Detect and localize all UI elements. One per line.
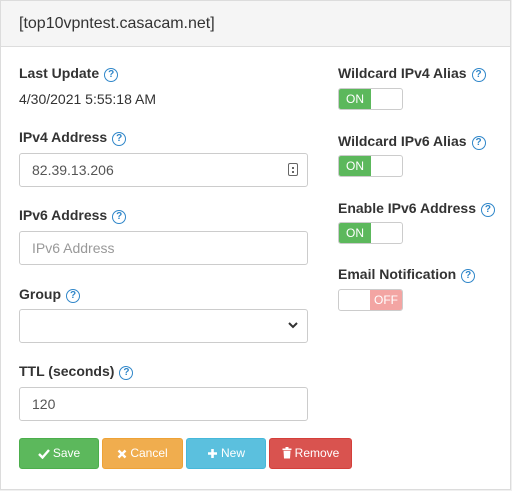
- help-icon[interactable]: ?: [119, 366, 134, 380]
- new-button-label: New: [220, 446, 245, 460]
- wildcard-ipv4-label-text: Wildcard IPv4 Alias: [338, 65, 467, 81]
- wildcard-ipv6-label-text: Wildcard IPv6 Alias: [338, 133, 467, 149]
- help-icon[interactable]: ?: [66, 289, 80, 303]
- help-icon[interactable]: ?: [112, 210, 127, 224]
- ttl-label-text: TTL (seconds): [19, 363, 115, 379]
- ipv4-address-label: IPv4 Address?: [19, 129, 127, 146]
- last-update-label-text: Last Update: [19, 65, 100, 81]
- last-update-label: Last Update?: [19, 65, 119, 82]
- ttl-label: TTL (seconds)?: [19, 363, 134, 380]
- wildcard-ipv6-label: Wildcard IPv6 Alias?: [338, 133, 486, 150]
- new-button[interactable]: New: [186, 438, 266, 469]
- email-notification-label-text: Email Notification: [338, 266, 457, 282]
- remove-button[interactable]: Remove: [269, 438, 352, 469]
- cancel-button-label: Cancel: [130, 446, 168, 460]
- ipv6-address-label-text: IPv6 Address: [19, 207, 108, 223]
- panel-title: [top10vpntest.casacam.net]: [19, 15, 215, 32]
- group-select[interactable]: [19, 309, 308, 343]
- help-icon[interactable]: ?: [104, 68, 119, 82]
- autofill-key-icon[interactable]: [288, 163, 298, 176]
- email-notification-toggle[interactable]: OFF: [338, 289, 403, 311]
- panel-header: [top10vpntest.casacam.net]: [1, 1, 510, 47]
- enable-ipv6-label-text: Enable IPv6 Address: [338, 200, 476, 216]
- help-icon[interactable]: ?: [471, 136, 486, 150]
- wildcard-ipv4-label: Wildcard IPv4 Alias?: [338, 65, 486, 82]
- enable-ipv6-toggle[interactable]: ON: [338, 222, 403, 244]
- group-label-text: Group: [19, 286, 61, 302]
- ipv4-address-label-text: IPv4 Address: [19, 129, 108, 145]
- wildcard-ipv6-toggle[interactable]: ON: [338, 155, 403, 177]
- ipv6-address-label: IPv6 Address?: [19, 207, 127, 224]
- toggle-on-label: ON: [339, 89, 371, 109]
- help-icon[interactable]: ?: [471, 68, 486, 82]
- cancel-button[interactable]: Cancel: [102, 438, 183, 469]
- chevron-down-icon: [288, 322, 298, 329]
- ipv6-address-input[interactable]: [19, 231, 308, 265]
- save-button[interactable]: Save: [19, 438, 99, 469]
- email-notification-label: Email Notification?: [338, 266, 476, 283]
- remove-button-label: Remove: [294, 446, 340, 460]
- plus-icon: [207, 449, 217, 458]
- check-icon: [37, 449, 50, 460]
- help-icon[interactable]: ?: [112, 132, 127, 146]
- help-icon[interactable]: ?: [461, 269, 476, 283]
- ttl-input[interactable]: [19, 387, 308, 421]
- toggle-off-label: OFF: [370, 290, 402, 310]
- last-update-value: 4/30/2021 5:55:18 AM: [19, 91, 156, 107]
- help-icon[interactable]: ?: [480, 203, 495, 217]
- toggle-on-label: ON: [339, 223, 371, 243]
- group-label: Group?: [19, 286, 80, 303]
- close-icon: [117, 449, 127, 459]
- enable-ipv6-label: Enable IPv6 Address?: [338, 200, 495, 217]
- ipv4-address-input[interactable]: [19, 153, 308, 187]
- save-button-label: Save: [52, 446, 81, 460]
- toggle-on-label: ON: [339, 156, 371, 176]
- wildcard-ipv4-toggle[interactable]: ON: [338, 88, 403, 110]
- trash-icon: [282, 447, 292, 459]
- record-panel: [top10vpntest.casacam.net] Last Update? …: [0, 0, 511, 490]
